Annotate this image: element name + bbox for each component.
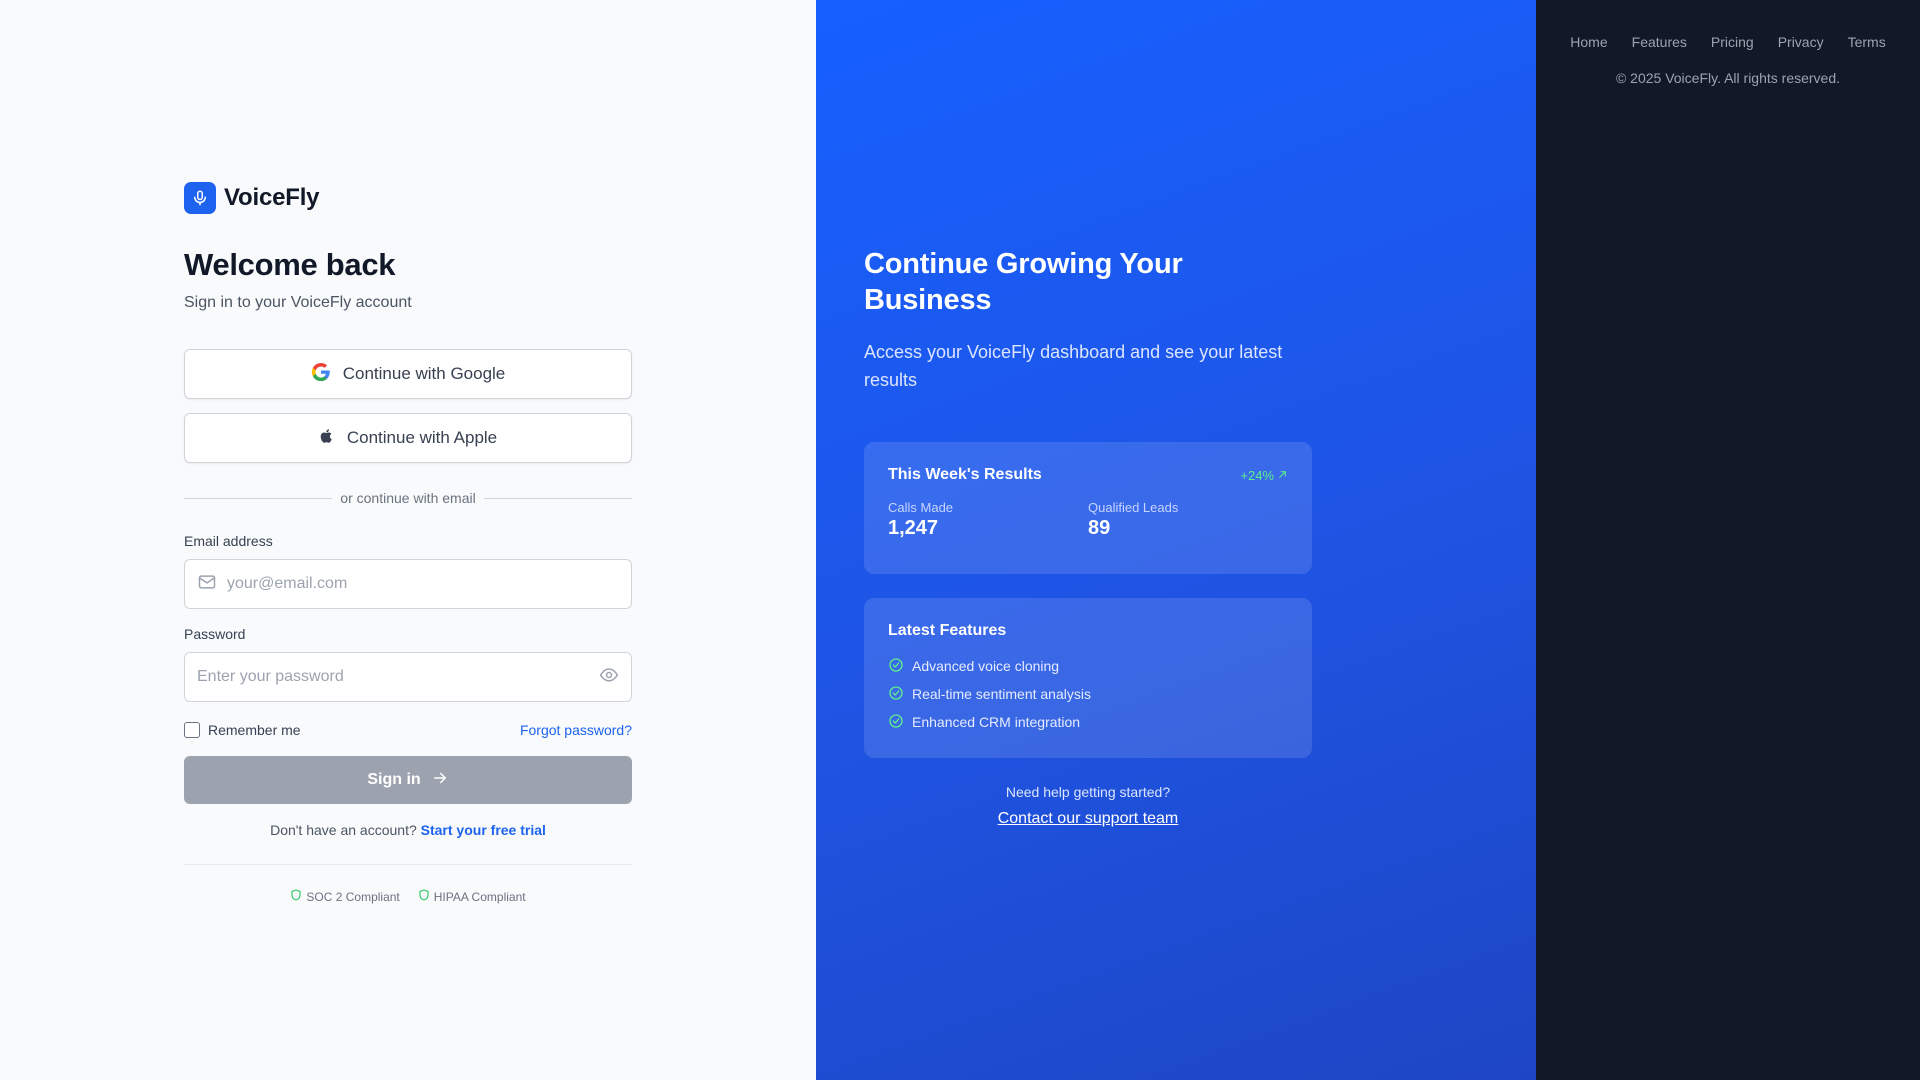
page-subtitle: Sign in to your VoiceFly account [184, 294, 412, 311]
apple-signin-label: Continue with Apple [346, 428, 498, 447]
results-header: This Week's Results +24% [888, 466, 1288, 484]
signin-label: Sign in [367, 771, 421, 788]
compliance-badges: SOC 2 Compliant HIPAA Compliant [184, 889, 632, 904]
divider-line [184, 497, 333, 499]
remember-me[interactable]: Remember me [184, 722, 301, 738]
features-list: Advanced voice cloning Real-time sentime… [888, 652, 1288, 736]
google-signin-button[interactable]: Continue with Google [184, 349, 632, 399]
signup-text: Don't have an account? [270, 822, 417, 838]
microphone-icon [184, 182, 216, 214]
remember-label: Remember me [208, 722, 301, 738]
forgot-password-link[interactable]: Forgot password? [520, 722, 632, 738]
password-input[interactable] [197, 668, 599, 686]
copyright: © 2025 VoiceFly. All rights reserved. [1615, 70, 1841, 86]
password-label: Password [184, 626, 246, 642]
footer-panel: Home Features Pricing Privacy Terms © 20… [1536, 0, 1920, 1080]
promo-title: Continue Growing Your Business [864, 248, 1183, 316]
compliance-label: HIPAA Compliant [433, 889, 526, 904]
latest-features-card: Latest Features Advanced voice cloning R… [864, 598, 1312, 758]
check-circle-icon [888, 713, 904, 732]
weekly-results-card: This Week's Results +24% Calls Made 1,24… [864, 442, 1312, 574]
shield-icon [290, 889, 302, 904]
mail-icon [197, 572, 217, 597]
google-icon [311, 362, 331, 387]
results-stats: Calls Made 1,247 Qualified Leads 89 [888, 500, 1288, 540]
google-signin-label: Continue with Google [342, 364, 506, 383]
free-trial-link[interactable]: Start your free trial [421, 822, 546, 838]
contact-support-link[interactable]: Contact our support team [864, 810, 1312, 828]
page: VoiceFly Welcome back Sign in to your Vo… [0, 0, 1920, 1080]
growth-indicator: +24% [1240, 468, 1288, 483]
login-panel: VoiceFly Welcome back Sign in to your Vo… [0, 0, 816, 1080]
feature-label: Advanced voice cloning [912, 658, 1060, 674]
feature-item: Real-time sentiment analysis [888, 680, 1288, 708]
compliance-label: SOC 2 Compliant [306, 889, 400, 904]
email-label: Email address [184, 533, 273, 549]
remember-checkbox[interactable] [184, 722, 200, 738]
feature-label: Real-time sentiment analysis [912, 686, 1091, 702]
footer-link-privacy[interactable]: Privacy [1778, 34, 1824, 50]
help-text: Need help getting started? [1005, 784, 1171, 800]
growth-value: +24% [1240, 467, 1274, 483]
promo-content: Continue Growing Your Business Access yo… [864, 246, 1312, 828]
footer-link-pricing[interactable]: Pricing [1711, 34, 1754, 50]
promo-panel: Continue Growing Your Business Access yo… [816, 0, 1536, 1080]
feature-item: Advanced voice cloning [888, 652, 1288, 680]
divider-text: or continue with email [340, 490, 476, 506]
footer-divider [184, 864, 632, 865]
feature-item: Enhanced CRM integration [888, 708, 1288, 736]
brand-name: VoiceFly [224, 184, 320, 211]
stat-value: 89 [1088, 517, 1111, 539]
feature-label: Enhanced CRM integration [912, 714, 1081, 730]
stat-label: Calls Made [888, 500, 954, 515]
trend-up-icon [1277, 468, 1288, 483]
compliance-badge: SOC 2 Compliant [290, 889, 400, 904]
stat-qualified-leads: Qualified Leads 89 [1088, 500, 1288, 540]
compliance-badge: HIPAA Compliant [418, 889, 526, 904]
page-title: Welcome back [184, 247, 396, 282]
check-circle-icon [888, 685, 904, 704]
footer-nav: Home Features Pricing Privacy Terms [1536, 34, 1920, 50]
footer-link-home[interactable]: Home [1570, 34, 1607, 50]
check-circle-icon [888, 657, 904, 676]
stat-label: Qualified Leads [1088, 500, 1179, 515]
email-divider: or continue with email [184, 489, 632, 507]
email-input[interactable] [227, 575, 619, 593]
promo-subtitle: Access your VoiceFly dashboard and see y… [864, 342, 1283, 390]
footer-link-features[interactable]: Features [1632, 34, 1687, 50]
apple-signin-button[interactable]: Continue with Apple [184, 413, 632, 463]
password-field-box [184, 652, 632, 702]
brand: VoiceFly [184, 182, 632, 214]
footer-link-terms[interactable]: Terms [1848, 34, 1886, 50]
stat-calls-made: Calls Made 1,247 [888, 500, 1088, 540]
form-options: Remember me Forgot password? [184, 720, 632, 740]
apple-icon [319, 427, 335, 450]
login-form: VoiceFly Welcome back Sign in to your Vo… [184, 182, 632, 904]
email-field-box [184, 559, 632, 609]
shield-icon [418, 889, 430, 904]
results-title: This Week's Results [888, 466, 1042, 483]
signup-prompt: Don't have an account? Start your free t… [184, 822, 632, 840]
stat-value: 1,247 [888, 517, 939, 539]
arrow-right-icon [431, 769, 449, 792]
divider-line [483, 497, 632, 499]
eye-icon[interactable] [599, 665, 619, 690]
signin-button[interactable]: Sign in [184, 756, 632, 804]
features-title: Latest Features [888, 622, 1007, 639]
